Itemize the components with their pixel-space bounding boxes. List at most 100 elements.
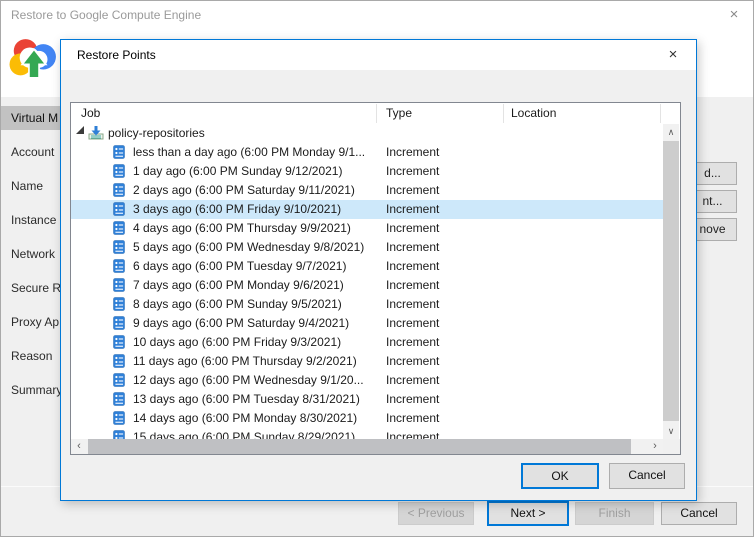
column-header-type[interactable]: Type [386, 106, 412, 120]
restore-point-label: less than a day ago (6:00 PM Monday 9/1.… [133, 143, 379, 162]
restore-point-row[interactable]: 10 days ago (6:00 PM Friday 9/3/2021) Inc… [71, 333, 663, 352]
restore-point-row[interactable]: 3 days ago (6:00 PM Friday 9/10/2021) Inc… [71, 200, 663, 219]
restore-point-icon [113, 259, 125, 273]
restore-point-label: 7 days ago (6:00 PM Monday 9/6/2021) [133, 276, 379, 295]
restore-point-label: 2 days ago (6:00 PM Saturday 9/11/2021) [133, 181, 379, 200]
restore-points-list: Job Type Location policy-repositoriesles… [70, 102, 681, 455]
next-button[interactable]: Next > [487, 501, 569, 526]
restore-point-type: Increment [386, 238, 439, 257]
scroll-left-icon[interactable]: ‹ [71, 439, 87, 454]
restore-point-row[interactable]: 4 days ago (6:00 PM Thursday 9/9/2021) In… [71, 219, 663, 238]
column-header-location[interactable]: Location [511, 106, 556, 120]
vertical-scroll-thumb[interactable] [663, 141, 679, 421]
restore-point-label: 3 days ago (6:00 PM Friday 9/10/2021) [133, 200, 379, 219]
restore-point-icon [113, 183, 125, 197]
restore-point-row[interactable]: 6 days ago (6:00 PM Tuesday 9/7/2021) Inc… [71, 257, 663, 276]
restore-point-type: Increment [386, 371, 439, 390]
ok-button[interactable]: OK [521, 463, 599, 489]
restore-point-type: Increment [386, 428, 439, 439]
restore-wizard-window: Restore to Google Compute Engine × Virtu… [0, 0, 754, 537]
tree-expand-icon[interactable] [76, 126, 84, 134]
column-separator[interactable] [503, 104, 504, 123]
restore-point-row[interactable]: 15 days ago (6:00 PM Sunday 8/29/2021) In… [71, 428, 663, 439]
restore-point-label: 12 days ago (6:00 PM Wednesday 9/1/20... [133, 371, 379, 390]
restore-point-icon [113, 354, 125, 368]
dialog-close-icon[interactable]: × [662, 45, 684, 65]
restore-point-label: 10 days ago (6:00 PM Friday 9/3/2021) [133, 333, 379, 352]
restore-point-type: Increment [386, 181, 439, 200]
restore-point-row[interactable]: 13 days ago (6:00 PM Tuesday 8/31/2021) I… [71, 390, 663, 409]
restore-point-icon [113, 411, 125, 425]
restore-point-label: 13 days ago (6:00 PM Tuesday 8/31/2021) [133, 390, 379, 409]
restore-point-type: Increment [386, 295, 439, 314]
tree-parent-row[interactable]: policy-repositories [71, 124, 663, 143]
restore-point-label: 5 days ago (6:00 PM Wednesday 9/8/2021) [133, 238, 379, 257]
restore-point-type: Increment [386, 333, 439, 352]
restore-point-label: 14 days ago (6:00 PM Monday 8/30/2021) [133, 409, 379, 428]
job-name: policy-repositories [108, 124, 205, 143]
restore-point-row[interactable]: less than a day ago (6:00 PM Monday 9/1.… [71, 143, 663, 162]
backup-job-icon [88, 126, 104, 140]
restore-point-row[interactable]: 7 days ago (6:00 PM Monday 9/6/2021) Incr… [71, 276, 663, 295]
restore-point-label: 8 days ago (6:00 PM Sunday 9/5/2021) [133, 295, 379, 314]
restore-point-label: 4 days ago (6:00 PM Thursday 9/9/2021) [133, 219, 379, 238]
scroll-up-icon[interactable]: ∧ [663, 124, 679, 140]
restore-point-row[interactable]: 5 days ago (6:00 PM Wednesday 9/8/2021) I… [71, 238, 663, 257]
restore-point-icon [113, 430, 125, 439]
restore-point-icon [113, 145, 125, 159]
restore-point-type: Increment [386, 314, 439, 333]
restore-point-icon [113, 278, 125, 292]
window-titlebar: Restore to Google Compute Engine × [1, 1, 754, 29]
window-close-icon[interactable]: × [723, 5, 745, 25]
restore-point-row[interactable]: 11 days ago (6:00 PM Thursday 9/2/2021) I… [71, 352, 663, 371]
restore-point-icon [113, 202, 125, 216]
horizontal-scrollbar[interactable]: ‹ › [71, 439, 663, 454]
column-separator[interactable] [660, 104, 661, 123]
restore-point-type: Increment [386, 162, 439, 181]
column-header-job[interactable]: Job [81, 106, 100, 120]
restore-point-label: 9 days ago (6:00 PM Saturday 9/4/2021) [133, 314, 379, 333]
scroll-right-icon[interactable]: › [647, 439, 663, 454]
google-cloud-logo [7, 32, 61, 90]
list-header: Job Type Location [71, 103, 680, 124]
restore-point-type: Increment [386, 200, 439, 219]
restore-point-icon [113, 297, 125, 311]
restore-points-rows: policy-repositoriesless than a day ago (… [71, 124, 663, 439]
column-separator[interactable] [376, 104, 377, 123]
restore-point-icon [113, 221, 125, 235]
restore-point-type: Increment [386, 219, 439, 238]
vertical-scrollbar[interactable]: ∧ ∨ [663, 124, 679, 439]
restore-points-dialog: Restore Points × Available restore point… [60, 39, 697, 501]
finish-button: Finish [575, 502, 654, 525]
scroll-down-icon[interactable]: ∨ [663, 423, 679, 439]
dialog-title: Restore Points [77, 48, 156, 62]
restore-point-label: 1 day ago (6:00 PM Sunday 9/12/2021) [133, 162, 379, 181]
restore-point-icon [113, 240, 125, 254]
restore-point-row[interactable]: 2 days ago (6:00 PM Saturday 9/11/2021) I… [71, 181, 663, 200]
restore-point-icon [113, 373, 125, 387]
restore-point-row[interactable]: 12 days ago (6:00 PM Wednesday 9/1/20...… [71, 371, 663, 390]
restore-point-icon [113, 164, 125, 178]
restore-point-row[interactable]: 14 days ago (6:00 PM Monday 8/30/2021) In… [71, 409, 663, 428]
scrollbar-corner [663, 439, 680, 454]
restore-point-type: Increment [386, 143, 439, 162]
restore-point-icon [113, 316, 125, 330]
restore-point-row[interactable]: 1 day ago (6:00 PM Sunday 9/12/2021) Incr… [71, 162, 663, 181]
restore-point-icon [113, 335, 125, 349]
restore-point-type: Increment [386, 276, 439, 295]
dialog-titlebar: Restore Points × [61, 40, 696, 70]
restore-point-label: 15 days ago (6:00 PM Sunday 8/29/2021) [133, 428, 379, 439]
restore-point-type: Increment [386, 257, 439, 276]
window-title: Restore to Google Compute Engine [11, 8, 201, 22]
restore-point-type: Increment [386, 409, 439, 428]
restore-point-row[interactable]: 9 days ago (6:00 PM Saturday 9/4/2021) In… [71, 314, 663, 333]
restore-point-type: Increment [386, 390, 439, 409]
restore-point-row[interactable]: 8 days ago (6:00 PM Sunday 9/5/2021) Incr… [71, 295, 663, 314]
restore-point-icon [113, 392, 125, 406]
horizontal-scroll-thumb[interactable] [88, 439, 631, 454]
cancel-button[interactable]: Cancel [609, 463, 685, 489]
cancel-button[interactable]: Cancel [661, 502, 737, 525]
restore-point-type: Increment [386, 352, 439, 371]
restore-point-label: 11 days ago (6:00 PM Thursday 9/2/2021) [133, 352, 379, 371]
restore-point-label: 6 days ago (6:00 PM Tuesday 9/7/2021) [133, 257, 379, 276]
